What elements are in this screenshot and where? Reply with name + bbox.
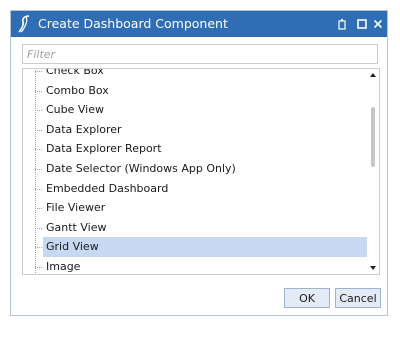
list-item-date-selector[interactable]: Date Selector (Windows App Only) — [23, 159, 367, 179]
list-item-check-box[interactable]: Check Box — [23, 68, 367, 81]
list-item-gantt-view[interactable]: Gantt View — [23, 218, 367, 238]
cancel-button[interactable]: Cancel — [335, 288, 381, 308]
ok-button[interactable]: OK — [284, 288, 330, 308]
close-icon[interactable] — [369, 11, 387, 37]
scroll-up-arrow-icon[interactable] — [367, 69, 379, 81]
list-item-file-viewer[interactable]: File Viewer — [23, 198, 367, 218]
restore-window-icon[interactable] — [333, 11, 351, 37]
list-item-data-explorer[interactable]: Data Explorer — [23, 120, 367, 140]
list-item-label: Gantt View — [46, 220, 107, 234]
list-item-data-explorer-report[interactable]: Data Explorer Report — [23, 139, 367, 159]
list-item-embedded-dashboard[interactable]: Embedded Dashboard — [23, 179, 367, 199]
scroll-down-arrow-icon[interactable] — [367, 262, 379, 274]
list-item-combo-box[interactable]: Combo Box — [23, 81, 367, 101]
title-bar[interactable]: Create Dashboard Component — [11, 11, 387, 37]
scroll-thumb[interactable] — [371, 107, 375, 167]
list-item-label: Grid View — [46, 240, 99, 254]
list-item-label: File Viewer — [46, 201, 106, 215]
component-list[interactable]: Check Box Combo Box Cube View Data Explo… — [22, 68, 380, 275]
list-item-cube-view[interactable]: Cube View — [23, 100, 367, 120]
window-title: Create Dashboard Component — [38, 16, 228, 31]
list-item-label: Data Explorer — [46, 122, 122, 136]
list-item-label: Date Selector (Windows App Only) — [46, 161, 236, 175]
list-item-label: Image — [46, 259, 81, 273]
app-logo-icon — [17, 14, 33, 34]
list-item-label: Check Box — [46, 68, 104, 77]
list-item-image[interactable]: Image — [23, 257, 367, 274]
list-item-label: Data Explorer Report — [46, 142, 162, 156]
list-item-label: Combo Box — [46, 83, 109, 97]
list-scrollbar[interactable] — [367, 69, 379, 274]
list-item-label: Embedded Dashboard — [46, 181, 169, 195]
list-item-grid-view[interactable]: Grid View — [23, 237, 379, 257]
create-dashboard-component-dialog: Create Dashboard Component Check Box — [10, 10, 388, 316]
list-item-label: Cube View — [46, 103, 105, 117]
filter-input[interactable] — [22, 44, 378, 64]
component-list-items: Check Box Combo Box Cube View Data Explo… — [23, 68, 379, 274]
